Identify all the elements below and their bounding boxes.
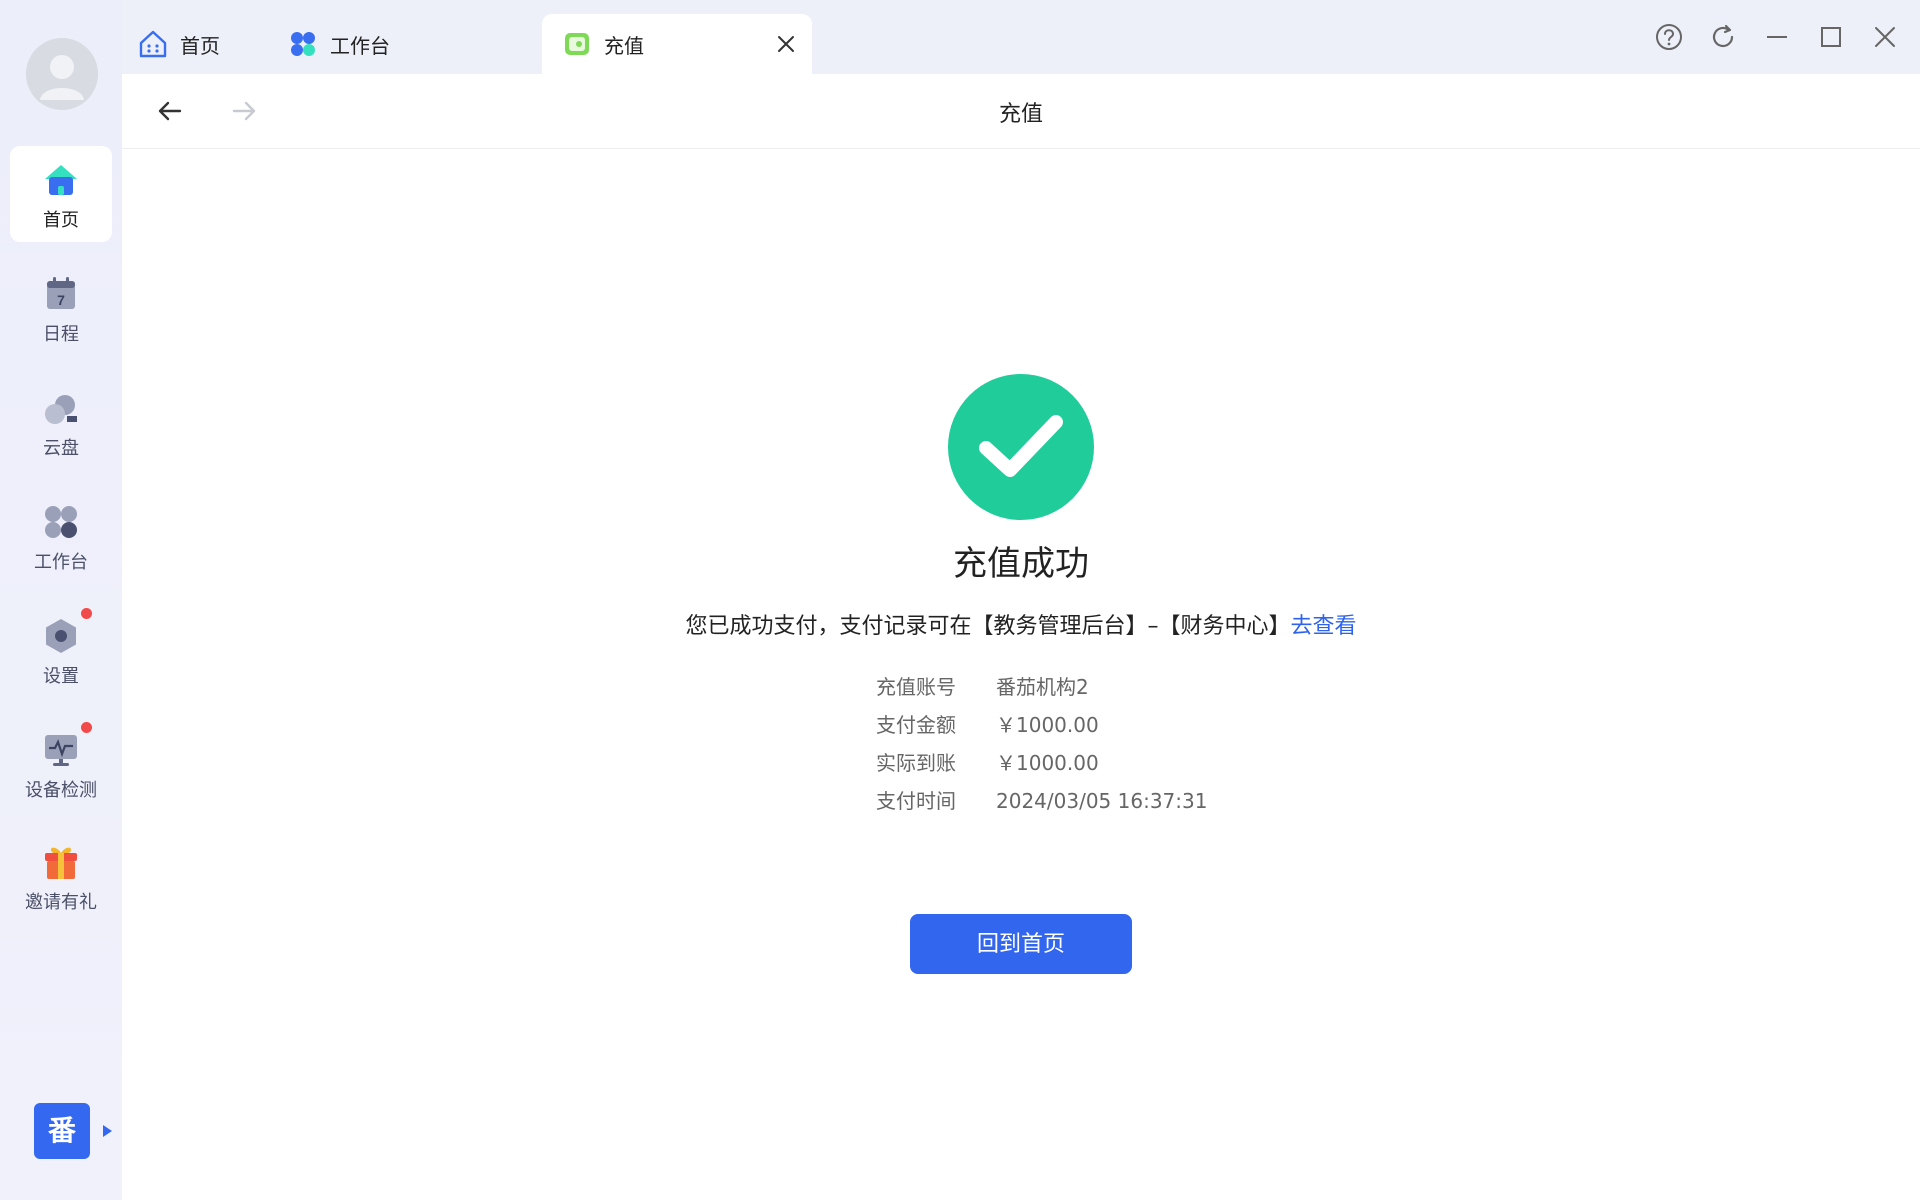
view-records-link[interactable]: 去查看 — [1291, 614, 1357, 639]
cloud-icon — [45, 395, 77, 424]
tab-label: 首页 — [180, 33, 220, 58]
workbench-icon — [45, 506, 77, 538]
sidebar-item-label: 工作台 — [34, 552, 88, 573]
app-window: 首页 7 日程 云盘 工作台 设置 设备检测 邀请有礼 番 首页 工作台 充值 … — [0, 0, 1920, 1200]
detail-value: 2024/03/05 16:37:31 — [996, 789, 1208, 813]
detail-label: 实际到账 — [876, 751, 956, 775]
sidebar-item-label: 设备检测 — [25, 780, 97, 801]
detail-label: 充值账号 — [876, 675, 956, 699]
sidebar-item-label: 邀请有礼 — [25, 892, 97, 913]
detail-value: ￥1000.00 — [996, 713, 1099, 737]
minimize-icon[interactable] — [1762, 22, 1792, 52]
main-panel: 充值 充值成功 您已成功支付，支付记录可在【教务管理后台】–【财务中心】去查看 … — [122, 74, 1920, 1200]
sidebar-item-label: 首页 — [43, 210, 79, 231]
home-icon — [139, 30, 167, 58]
result-description-text: 您已成功支付，支付记录可在【教务管理后台】–【财务中心】 — [685, 614, 1291, 639]
detail-value: ￥1000.00 — [996, 751, 1099, 775]
tab-workbench[interactable]: 工作台 — [288, 14, 428, 74]
wallet-icon — [565, 33, 589, 55]
sidebar-item-home[interactable]: 首页 — [10, 146, 112, 242]
tab-bar: 首页 工作台 充值 — [122, 0, 1920, 74]
monitor-icon — [45, 735, 77, 766]
brand-logo-button[interactable]: 番 — [34, 1103, 90, 1159]
result-title: 充值成功 — [953, 544, 1089, 584]
sidebar-item-label: 云盘 — [43, 438, 79, 459]
settings-icon — [46, 619, 76, 653]
detail-label: 支付金额 — [876, 713, 956, 737]
sidebar-item-label: 日程 — [43, 324, 79, 345]
sidebar-item-cloud[interactable]: 云盘 — [10, 374, 112, 470]
page-title: 充值 — [998, 102, 1043, 127]
tab-home[interactable]: 首页 — [138, 14, 258, 74]
detail-value: 番茄机构2 — [996, 675, 1089, 699]
tab-label: 工作台 — [330, 33, 390, 58]
workbench-icon — [291, 32, 315, 56]
gift-icon — [45, 847, 77, 879]
maximize-icon[interactable] — [1816, 22, 1846, 52]
notification-dot — [81, 722, 92, 733]
sidebar-item-settings[interactable]: 设置 — [10, 602, 112, 698]
result-description: 您已成功支付，支付记录可在【教务管理后台】–【财务中心】去查看 — [122, 608, 1920, 640]
sidebar-item-label: 设置 — [43, 666, 79, 687]
success-check-icon — [948, 374, 1094, 520]
window-close-icon[interactable] — [1870, 22, 1900, 52]
sidebar-item-workbench[interactable]: 工作台 — [10, 488, 112, 584]
notification-dot — [81, 608, 92, 619]
detail-label: 支付时间 — [876, 789, 956, 813]
refresh-icon[interactable] — [1708, 22, 1738, 52]
calendar-icon: 7 — [47, 277, 75, 309]
close-icon[interactable] — [774, 32, 798, 56]
expand-arrow-icon[interactable] — [103, 1125, 112, 1137]
sidebar-item-invite[interactable]: 邀请有礼 — [10, 828, 112, 924]
svg-text:7: 7 — [57, 292, 65, 308]
sidebar-item-schedule[interactable]: 7 日程 — [10, 260, 112, 356]
tab-recharge[interactable]: 充值 — [542, 14, 812, 74]
avatar[interactable] — [26, 38, 98, 110]
tab-label: 充值 — [604, 33, 644, 58]
sidebar: 首页 7 日程 云盘 工作台 设置 设备检测 邀请有礼 番 — [0, 0, 122, 1200]
home-icon — [45, 165, 77, 195]
page-header: 充值 — [122, 74, 1920, 149]
help-icon[interactable] — [1654, 22, 1684, 52]
back-home-button[interactable]: 回到首页 — [910, 914, 1132, 974]
sidebar-item-device-check[interactable]: 设备检测 — [10, 716, 112, 812]
